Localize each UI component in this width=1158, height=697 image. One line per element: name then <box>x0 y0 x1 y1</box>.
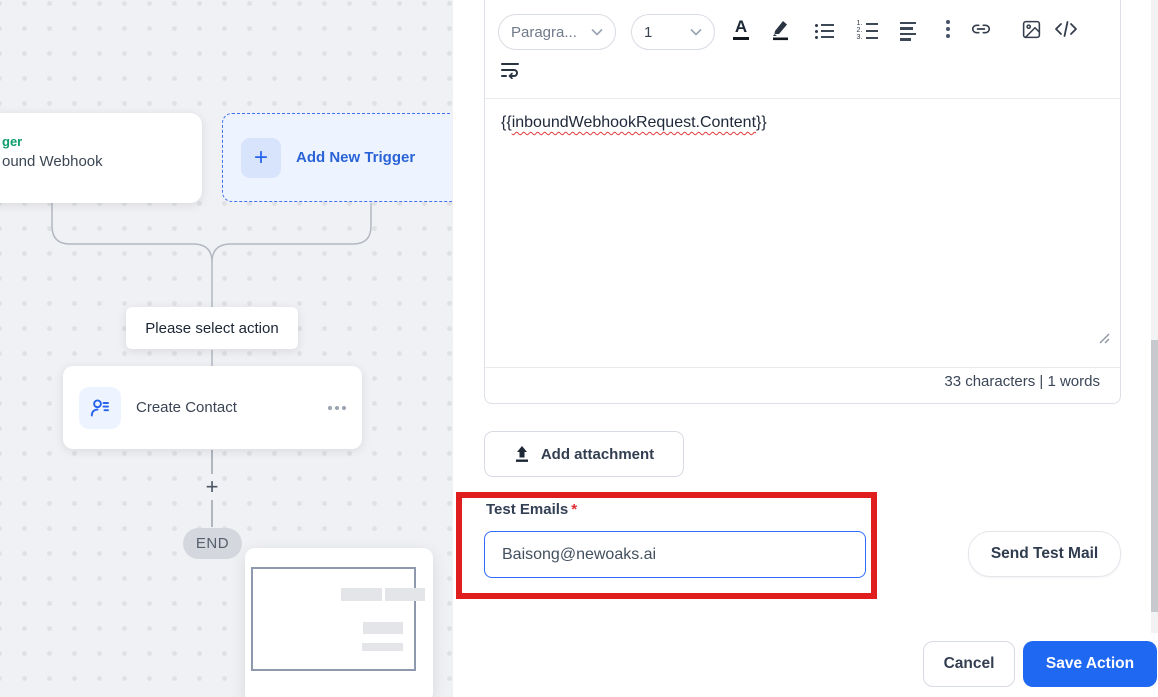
contact-icon <box>79 386 121 429</box>
link-icon <box>971 24 991 34</box>
create-contact-node[interactable]: Create Contact <box>63 366 362 449</box>
more-toolbar-options-button[interactable] <box>935 16 961 42</box>
ordered-list-button[interactable]: 1. 2. 3. <box>854 18 880 44</box>
create-contact-label: Create Contact <box>136 399 237 416</box>
font-size-select[interactable]: 1 <box>631 14 715 50</box>
align-button[interactable] <box>895 18 921 44</box>
add-new-trigger-button[interactable]: + Add New Trigger <box>222 113 462 202</box>
code-icon <box>1055 21 1077 37</box>
text-color-icon: A <box>732 17 750 41</box>
insert-link-button[interactable] <box>968 16 994 42</box>
email-body-editor[interactable]: {{inboundWebhookRequest.Content}} <box>485 99 1120 365</box>
preview-popup <box>245 548 433 697</box>
ordered-list-icon: 1. 2. 3. <box>857 20 878 41</box>
upload-icon <box>515 446 528 462</box>
scrollbar-thumb[interactable] <box>1151 340 1158 612</box>
preview-frame <box>251 567 416 671</box>
highlight-icon <box>773 21 788 41</box>
trigger-category-text: ger <box>2 134 23 149</box>
bullet-list-icon <box>814 23 834 39</box>
add-attachment-label: Add attachment <box>540 445 655 463</box>
end-node: END <box>183 528 242 559</box>
code-view-button[interactable] <box>1053 16 1079 42</box>
bullet-list-button[interactable] <box>811 18 837 44</box>
paragraph-format-value: Paragra... <box>511 23 577 41</box>
scrollbar-track[interactable] <box>1151 0 1158 633</box>
footer-divider <box>485 367 1120 368</box>
text-wrap-button[interactable] <box>497 57 523 83</box>
align-left-icon <box>900 21 916 41</box>
more-options-icon[interactable] <box>328 405 346 410</box>
placeholder-bar <box>385 588 425 601</box>
font-size-value: 1 <box>644 23 653 41</box>
paragraph-format-select[interactable]: Paragra... <box>498 14 616 50</box>
chevron-down-icon <box>690 28 702 36</box>
email-action-panel: Paragra... 1 A 1. 2. 3. {{inboundWebhook… <box>452 0 1158 697</box>
more-options-icon <box>946 20 950 38</box>
send-test-mail-button[interactable]: Send Test Mail <box>968 531 1121 577</box>
webhook-trigger-card[interactable]: ger ound Webhook <box>0 113 202 203</box>
plus-icon: + <box>241 137 281 178</box>
merge-token-text: {{inboundWebhookRequest.Content}} <box>501 114 767 131</box>
test-emails-label: Test Emails * <box>486 501 578 518</box>
save-action-button[interactable]: Save Action <box>1023 641 1157 687</box>
cancel-button[interactable]: Cancel <box>923 641 1015 687</box>
text-color-button[interactable]: A <box>728 16 754 42</box>
placeholder-bar <box>363 622 403 634</box>
insert-image-button[interactable] <box>1018 16 1044 42</box>
test-emails-input[interactable] <box>484 531 866 578</box>
resize-handle[interactable] <box>1099 333 1110 344</box>
image-icon <box>1022 20 1040 38</box>
placeholder-bar <box>362 643 403 651</box>
placeholder-bar <box>341 588 382 601</box>
required-asterisk: * <box>571 501 578 518</box>
select-action-label: Please select action <box>126 307 298 349</box>
chevron-down-icon <box>591 28 603 36</box>
add-attachment-button[interactable]: Add attachment <box>484 431 684 477</box>
highlight-button[interactable] <box>767 16 793 42</box>
character-count: 33 characters | 1 words <box>944 373 1100 390</box>
trigger-title-text: ound Webhook <box>2 153 103 170</box>
text-wrap-icon <box>501 63 519 79</box>
rich-text-editor: Paragra... 1 A 1. 2. 3. {{inboundWebhook… <box>484 0 1121 404</box>
add-new-trigger-label: Add New Trigger <box>296 149 416 166</box>
add-step-plus-icon[interactable]: + <box>201 476 223 498</box>
